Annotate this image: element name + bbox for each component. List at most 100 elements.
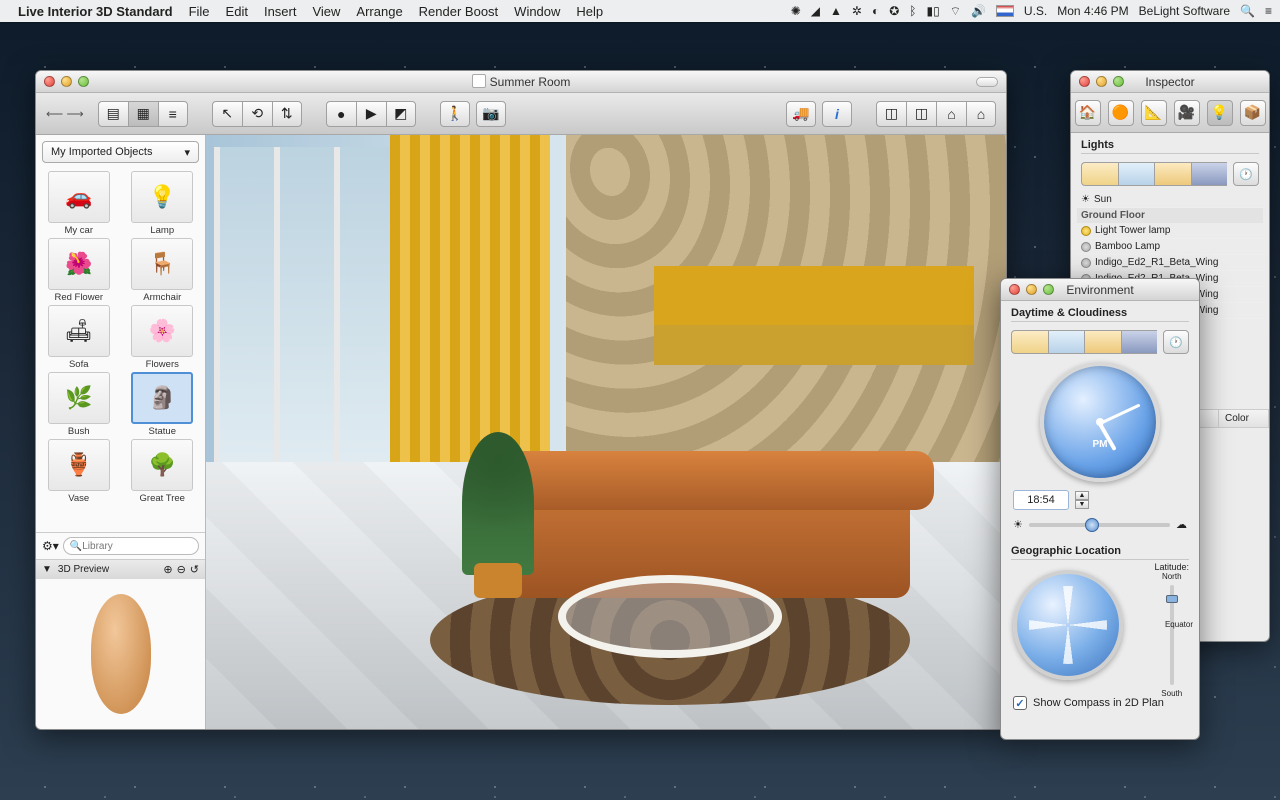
menu-window[interactable]: Window [514,4,560,19]
preview-header[interactable]: ▼ 3D Preview ⊕ ⊖ ↺ [36,559,205,579]
view-3d-button[interactable]: ▦ [128,101,158,127]
menubar-clock[interactable]: Mon 4:46 PM [1057,4,1128,18]
close-icon[interactable] [1009,284,1020,295]
battery-icon[interactable]: ▮▯ [926,4,939,18]
nav-back-forward[interactable]: ⟵ ⟶ [46,107,84,121]
time-clock[interactable]: PM [1040,362,1160,482]
library-item[interactable]: 💡Lamp [124,171,202,236]
panel-3-button[interactable]: ⌂ [936,101,966,127]
time-stepper[interactable]: ▲▼ [1075,491,1089,509]
tab-lights[interactable]: 💡 [1207,100,1233,126]
trimble-button[interactable]: 🚚 [786,101,816,127]
select-tool-button[interactable]: ↖ [212,101,242,127]
menuextra-icon[interactable]: ◢ [811,4,820,18]
menuextra-icon[interactable]: ✺ [791,4,801,18]
tab-building[interactable]: 📦 [1240,100,1266,126]
library-item[interactable]: 🛋Sofa [40,305,118,370]
panel-4-button[interactable]: ⌂ [966,101,996,127]
zoom-icon[interactable] [1043,284,1054,295]
menuextra-icon[interactable]: ◐ [872,4,879,18]
3d-viewport[interactable] [206,135,1006,729]
library-item[interactable]: 🌺Red Flower [40,238,118,303]
time-input[interactable]: 18:54 [1013,490,1069,510]
panel-1-button[interactable]: ◫ [876,101,906,127]
main-titlebar[interactable]: Summer Room [36,71,1006,93]
tab-materials[interactable]: 🟠 [1108,100,1134,126]
zoom-reset-icon[interactable]: ↺ [190,563,199,576]
menu-insert[interactable]: Insert [264,4,297,19]
minimize-icon[interactable] [1026,284,1037,295]
zoom-icon[interactable] [78,76,89,87]
preset-dawn[interactable] [1081,162,1118,186]
menu-render[interactable]: Render Boost [419,4,499,19]
input-locale[interactable]: U.S. [1024,4,1047,18]
menuextra-icon[interactable]: ✲ [852,4,862,18]
light-row[interactable]: Bamboo Lamp [1077,239,1263,255]
info-button[interactable]: i [822,101,852,127]
panel-2-button[interactable]: ◫ [906,101,936,127]
library-item[interactable]: 🌳Great Tree [124,439,202,504]
library-item[interactable]: 🪑Armchair [124,238,202,303]
show-compass-checkbox[interactable]: ✓Show Compass in 2D Plan [1013,696,1187,710]
preview-pane[interactable] [36,579,205,729]
walk-tool-button[interactable]: ⇅ [272,101,302,127]
menu-arrange[interactable]: Arrange [356,4,402,19]
orbit-tool-button[interactable]: ⟲ [242,101,272,127]
menu-edit[interactable]: Edit [226,4,248,19]
app-menu[interactable]: Live Interior 3D Standard [18,4,173,19]
menu-view[interactable]: View [312,4,340,19]
library-item[interactable]: 🏺Vase [40,439,118,504]
snapshot-button[interactable]: 📷 [476,101,506,127]
preset-night[interactable] [1191,162,1228,186]
light-row[interactable]: Light Tower lamp [1077,223,1263,239]
menuextra-icon[interactable]: ✪ [889,4,899,18]
bluetooth-icon[interactable]: ᛒ [909,4,916,18]
library-item[interactable]: 🗿Statue [124,372,202,437]
menu-help[interactable]: Help [576,4,603,19]
minimize-icon[interactable] [1096,76,1107,87]
tab-camera[interactable]: 🎥 [1174,100,1200,126]
col-color[interactable]: Color [1219,410,1269,427]
disclosure-icon[interactable]: ▼ [42,564,52,575]
zoom-out-icon[interactable]: ⊖ [177,563,186,576]
tab-measure[interactable]: 📐 [1141,100,1167,126]
compass-control[interactable] [1013,570,1123,680]
stop-button[interactable]: ◩ [386,101,416,127]
menubar-company[interactable]: BeLight Software [1139,4,1230,18]
preset-day[interactable] [1048,330,1085,354]
tab-objects[interactable]: 🏠 [1075,100,1101,126]
menu-file[interactable]: File [189,4,210,19]
library-search-input[interactable]: 🔍 Library [63,537,199,555]
view-2d-button[interactable]: ▤ [98,101,128,127]
light-row-sun[interactable]: ☀Sun [1077,192,1263,208]
spotlight-icon[interactable]: 🔍 [1240,4,1255,18]
preset-custom-button[interactable]: 🕐 [1163,330,1189,354]
volume-icon[interactable]: 🔊 [971,4,986,18]
gear-icon[interactable]: ⚙▾ [42,539,59,553]
cloudiness-slider[interactable]: ☀ ☁ [1013,518,1187,531]
latitude-slider[interactable]: Latitude: North Equator South [1154,562,1189,698]
minimize-icon[interactable] [61,76,72,87]
menuextra-icon[interactable]: ▲ [830,4,842,18]
library-item[interactable]: 🚗My car [40,171,118,236]
library-category-select[interactable]: My Imported Objects▾ [42,141,199,163]
library-item[interactable]: 🌸Flowers [124,305,202,370]
preset-dusk[interactable] [1154,162,1191,186]
walkthrough-icon[interactable]: 🚶 [440,101,470,127]
record-button[interactable]: ● [326,101,356,127]
preset-day[interactable] [1118,162,1155,186]
play-button[interactable]: ▶ [356,101,386,127]
zoom-in-icon[interactable]: ⊕ [163,563,172,576]
preset-custom-button[interactable]: 🕐 [1233,162,1259,186]
wifi-icon[interactable]: ⌔ [950,4,961,19]
toolbar-toggle-icon[interactable] [976,77,998,87]
zoom-icon[interactable] [1113,76,1124,87]
view-split-button[interactable]: ≡ [158,101,188,127]
close-icon[interactable] [44,76,55,87]
light-row[interactable]: Indigo_Ed2_R1_Beta_Wing [1077,255,1263,271]
notification-icon[interactable]: ≡ [1265,4,1272,18]
library-item[interactable]: 🌿Bush [40,372,118,437]
close-icon[interactable] [1079,76,1090,87]
preset-dawn[interactable] [1011,330,1048,354]
preset-dusk[interactable] [1084,330,1121,354]
